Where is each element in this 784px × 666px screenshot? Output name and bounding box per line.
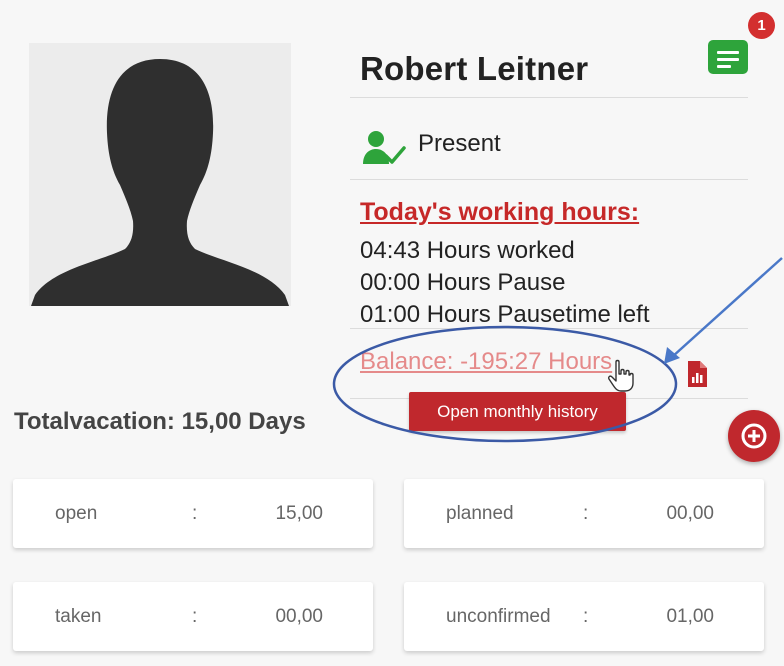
balance-link[interactable]: Balance: -195:27 Hours [360, 348, 612, 376]
vacation-value: 15,00 [275, 503, 323, 524]
vacation-label: taken [55, 606, 102, 627]
hand-cursor-icon [608, 359, 634, 392]
divider [350, 328, 748, 329]
report-file-icon[interactable] [686, 360, 708, 388]
vacation-card-taken: taken : 00,00 [13, 582, 373, 651]
person-silhouette-icon [31, 59, 289, 306]
vacation-value: 00,00 [666, 503, 714, 524]
employee-name: Robert Leitner [360, 50, 589, 87]
divider [350, 179, 748, 180]
vacation-separator: : [583, 503, 589, 524]
pausetime-left: 01:00 Hours Pausetime left [360, 301, 650, 328]
vacation-label: unconfirmed [446, 606, 551, 627]
vacation-separator: : [192, 606, 198, 627]
working-hours-title: Today's working hours: [360, 198, 640, 226]
total-vacation: Totalvacation: 15,00 Days [14, 408, 306, 435]
vacation-separator: : [192, 503, 198, 524]
annotation-arrowhead [664, 347, 680, 364]
annotation-arrow [671, 257, 783, 358]
hours-worked: 04:43 Hours worked [360, 237, 575, 264]
vacation-card-unconfirmed: unconfirmed : 01,00 [404, 582, 764, 651]
vacation-value: 00,00 [275, 606, 323, 627]
add-button[interactable] [728, 410, 780, 462]
vacation-card-open: open : 15,00 [13, 479, 373, 548]
vacation-label: open [55, 503, 98, 524]
vacation-card-planned: planned : 00,00 [404, 479, 764, 548]
notification-badge: 1 [748, 12, 775, 39]
hours-pause: 00:00 Hours Pause [360, 269, 566, 296]
message-icon-line [717, 65, 731, 68]
profile-photo [29, 43, 291, 306]
vacation-value: 01,00 [666, 606, 714, 627]
divider [350, 97, 748, 98]
user-check-icon [363, 131, 406, 164]
message-icon [717, 51, 739, 54]
open-monthly-history-button[interactable]: Open monthly history [409, 392, 626, 431]
attendance-status: Present [418, 130, 501, 157]
message-icon-line [717, 58, 739, 61]
vacation-label: planned [446, 503, 514, 524]
add-circle-icon [741, 423, 767, 449]
messages-button[interactable] [708, 40, 748, 74]
vacation-separator: : [583, 606, 589, 627]
